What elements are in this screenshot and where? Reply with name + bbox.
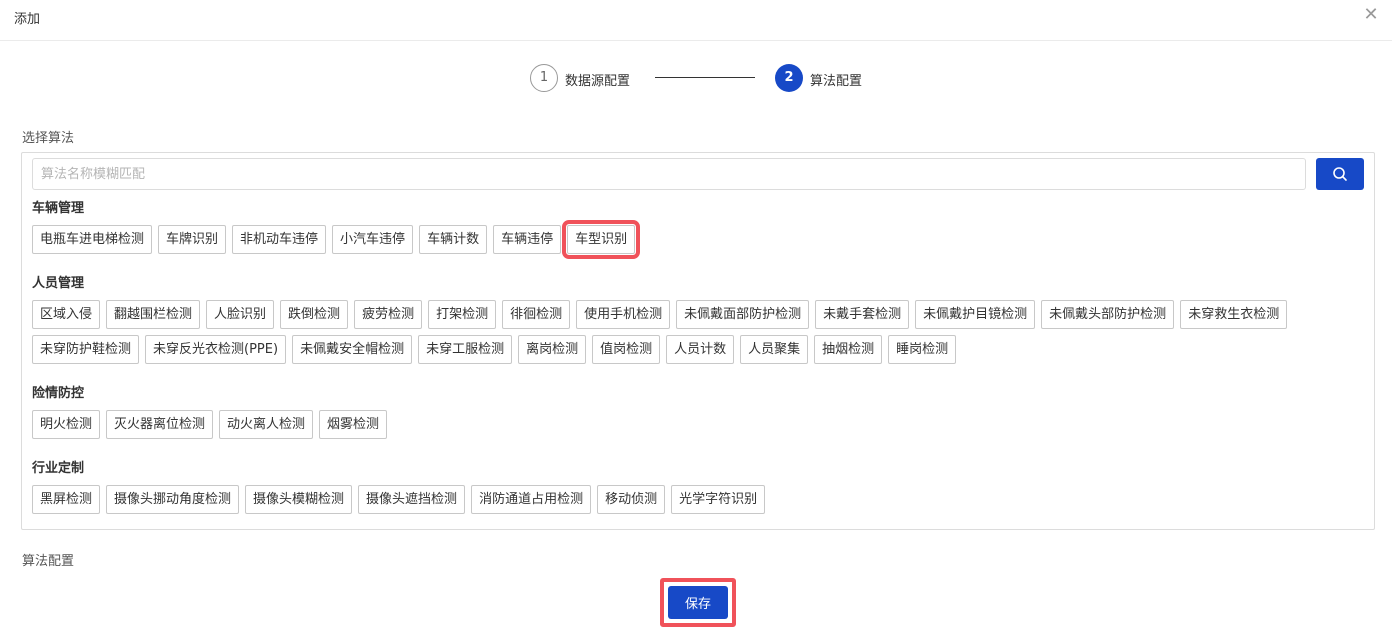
algorithm-tag[interactable]: 消防通道占用检测 xyxy=(471,485,592,514)
algorithm-tag[interactable]: 跌倒检测 xyxy=(280,300,349,329)
select-algorithm-label: 选择算法 xyxy=(22,131,75,146)
algorithm-tag[interactable]: 未佩戴安全帽检测 xyxy=(292,335,413,364)
algorithm-tag[interactable]: 离岗检测 xyxy=(518,335,587,364)
algorithm-tag[interactable]: 疲劳检测 xyxy=(354,300,423,329)
group-personnel-management: 人员管理 区域入侵 翻越围栏检测 人脸识别 跌倒检测 疲劳检测 打架检测 徘徊检测 使用手机检… xyxy=(32,272,1367,364)
group-vehicle-management: 车辆管理 电瓶车进电梯检测 车牌识别 非机动车违停 小汽车违停 车辆计数 车辆违停 车型识别 xyxy=(32,197,1367,259)
dialog-header: 添加 ✕ xyxy=(0,0,1392,41)
steps-indicator: 1 数据源配置 2 算法配置 xyxy=(0,63,1392,95)
algorithm-tag[interactable]: 车辆计数 xyxy=(419,225,488,254)
dialog-title: 添加 xyxy=(14,12,41,27)
algorithm-tag[interactable]: 车型识别 xyxy=(562,220,641,259)
algorithm-tag[interactable]: 小汽车违停 xyxy=(332,225,414,254)
group-title: 险情防控 xyxy=(32,386,85,401)
algorithm-tag[interactable]: 徘徊检测 xyxy=(502,300,571,329)
tag-list: 黑屏检测 摄像头挪动角度检测 摄像头模糊检测 摄像头遮挡检测 消防通道占用检测 移动侦测光… xyxy=(32,485,1367,514)
algorithm-tag[interactable]: 翻越围栏检测 xyxy=(106,300,201,329)
close-icon[interactable]: ✕ xyxy=(1362,6,1380,24)
algorithm-tag[interactable]: 未佩戴面部防护检测 xyxy=(676,300,810,329)
algorithm-tag[interactable]: 未佩戴护目镜检测 xyxy=(915,300,1036,329)
algorithm-tag[interactable]: 未戴手套检测 xyxy=(815,300,910,329)
algorithm-tag[interactable]: 未穿工服检测 xyxy=(418,335,513,364)
algorithm-tag[interactable]: 动火离人检测 xyxy=(219,410,314,439)
algorithm-tag[interactable]: 摄像头模糊检测 xyxy=(245,485,353,514)
algorithm-tag[interactable]: 未佩戴头部防护检测 xyxy=(1041,300,1175,329)
algorithm-tag[interactable]: 睡岗检测 xyxy=(888,335,957,364)
algorithm-tag[interactable]: 未穿救生衣检测 xyxy=(1180,300,1288,329)
algorithm-config-label: 算法配置 xyxy=(22,554,75,569)
group-title: 行业定制 xyxy=(32,461,85,476)
algorithm-tag[interactable]: 烟雾检测 xyxy=(319,410,388,439)
algorithm-tag[interactable]: 区域入侵 xyxy=(32,300,101,329)
algorithm-tag[interactable]: 人员聚集 xyxy=(740,335,809,364)
algorithm-tag[interactable]: 人脸识别 xyxy=(206,300,275,329)
tag-list: 电瓶车进电梯检测 车牌识别 非机动车违停 小汽车违停 车辆计数 车辆违停 车型识别 xyxy=(32,220,1367,259)
algorithm-tag[interactable]: 移动侦测 xyxy=(597,485,666,514)
search-icon xyxy=(1333,167,1347,181)
algorithm-panel: 车辆管理 电瓶车进电梯检测车牌识别非机动车违停小汽车违停车辆计数车辆违停车型识别… xyxy=(21,152,1375,530)
algorithm-tag[interactable]: 抽烟检测 xyxy=(814,335,883,364)
algorithm-tag[interactable]: 电瓶车进电梯检测 xyxy=(32,225,153,254)
tag-list: 明火检测 灭火器离位检测 动火离人检测 烟雾检测 xyxy=(32,410,1367,439)
algorithm-tag[interactable]: 摄像头挪动角度检测 xyxy=(106,485,240,514)
algorithm-tag[interactable]: 值岗检测 xyxy=(592,335,661,364)
search-button[interactable] xyxy=(1316,158,1364,190)
step-connector xyxy=(655,77,755,78)
save-button[interactable]: 保存 xyxy=(668,586,728,619)
group-title: 车辆管理 xyxy=(32,201,85,216)
algorithm-tag[interactable]: 明火检测 xyxy=(32,410,101,439)
step-2-number: 2 xyxy=(775,64,803,92)
algorithm-tag[interactable]: 车牌识别 xyxy=(158,225,227,254)
tag-list: 区域入侵 翻越围栏检测 人脸识别 跌倒检测 疲劳检测 打架检测 徘徊检测 使用手机检测 未佩戴面… xyxy=(32,300,1367,364)
algorithm-tag[interactable]: 黑屏检测 xyxy=(32,485,101,514)
group-hazard-prevention: 险情防控 明火检测 灭火器离位检测 动火离人检测 烟雾检测 xyxy=(32,382,1367,439)
algorithm-tag[interactable]: 灭火器离位检测 xyxy=(106,410,214,439)
group-title: 人员管理 xyxy=(32,276,85,291)
algorithm-tag[interactable]: 非机动车违停 xyxy=(232,225,327,254)
algorithm-tag[interactable]: 人员计数 xyxy=(666,335,735,364)
algorithm-tag[interactable]: 使用手机检测 xyxy=(576,300,671,329)
algorithm-search-input[interactable] xyxy=(32,158,1306,190)
step-1-label: 数据源配置 xyxy=(565,74,631,89)
algorithm-tag[interactable]: 未穿防护鞋检测 xyxy=(32,335,140,364)
save-highlight: 保存 xyxy=(660,578,736,627)
algorithm-tag[interactable]: 未穿反光衣检测(PPE) xyxy=(145,335,287,364)
group-industry-custom: 行业定制 黑屏检测 摄像头挪动角度检测 摄像头模糊检测 摄像头遮挡检测 消防通道占用检测… xyxy=(32,457,1367,514)
step-1-number: 1 xyxy=(530,64,558,92)
algorithm-tag[interactable]: 摄像头遮挡检测 xyxy=(358,485,466,514)
algorithm-tag[interactable]: 光学字符识别 xyxy=(671,485,766,514)
algorithm-tag[interactable]: 车辆违停 xyxy=(493,225,562,254)
algorithm-tag[interactable]: 打架检测 xyxy=(428,300,497,329)
step-2-label: 算法配置 xyxy=(810,74,863,89)
